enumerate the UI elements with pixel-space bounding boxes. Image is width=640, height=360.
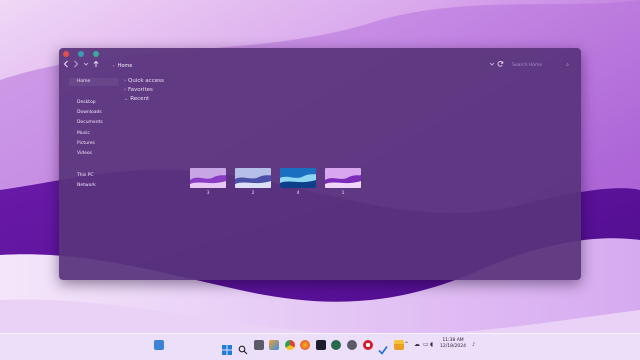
group-quick-access[interactable]: › Quick access [124,77,164,85]
file-name: 4 [296,191,300,196]
forward-button[interactable] [71,60,81,72]
file-thumbnail [235,168,271,188]
up-button[interactable] [91,60,101,72]
toolbar: › Home Search Home ⌕ [59,59,581,73]
file-explorer-window: › Home Search Home ⌕ Home Desktop Downloa… [59,48,581,280]
recent-locations-button[interactable] [81,60,91,72]
group-label: Recent [130,96,150,102]
address-bar[interactable]: › Home [113,60,132,72]
sidebar-item-label: Home [77,79,91,84]
group-label: Quick access [128,78,164,84]
file-thumbnail [325,168,361,188]
sidebar-item-pictures[interactable]: Pictures [69,140,119,148]
bell-icon[interactable]: ♪ [472,341,475,349]
refresh-icon [497,61,503,67]
group-favorites[interactable]: › Favorites [124,86,153,94]
firefox-icon[interactable] [300,340,310,350]
file-item[interactable]: 2 [235,168,271,198]
search-placeholder: Search Home [512,63,543,68]
chevron-up-icon[interactable]: ⌃ [404,341,409,349]
chevron-right-icon: › [124,78,126,84]
store-icon[interactable] [269,340,279,350]
monitor-icon[interactable]: ▭ [423,341,429,349]
search-input[interactable]: Search Home ⌕ [507,60,573,71]
sidebar-item-label: Videos [77,151,92,156]
search-icon[interactable] [238,340,248,355]
sidebar-item-downloads[interactable]: Downloads [69,109,119,117]
file-name: 3 [206,191,210,196]
sidebar-item-home[interactable]: Home [69,78,119,86]
maximize-button[interactable] [93,51,99,57]
sidebar-item-this-pc[interactable]: This PC [69,172,119,180]
chrome-icon[interactable] [285,340,295,350]
sidebar-item-label: Downloads [77,110,102,115]
sidebar-item-music[interactable]: Music [69,130,119,138]
group-recent[interactable]: ⌄ Recent [124,95,149,103]
close-button[interactable] [63,51,69,57]
chevron-right-icon [74,60,79,68]
address-location: Home [117,63,133,69]
search-icon: ⌕ [566,62,569,68]
clock-app-icon[interactable] [331,340,341,350]
sidebar-item-label: Music [77,131,90,136]
chevron-right-icon: › [124,87,126,93]
content-pane: ›Quick access ›Favorites ⌄Recent 3 2 [121,75,581,280]
file-thumbnail [190,168,226,188]
refresh-button[interactable] [495,60,505,72]
chevron-left-icon [63,60,68,68]
minimize-button[interactable] [78,51,84,57]
title-bar[interactable] [59,48,581,59]
settings-icon[interactable] [347,340,357,350]
navigation-pane: Home Desktop Downloads Documents Music P… [59,75,119,280]
task-view-icon[interactable] [254,340,264,350]
sidebar-item-label: Pictures [77,141,95,146]
file-name: 1 [341,191,345,196]
file-thumbnail [280,168,316,188]
file-item[interactable]: 3 [190,168,226,198]
opera-icon[interactable] [363,340,373,350]
sidebar-item-label: This PC [77,173,94,178]
group-label: Favorites [128,87,153,93]
sidebar-item-documents[interactable]: Documents [69,119,119,127]
sidebar-item-desktop[interactable]: Desktop [69,99,119,107]
cloud-icon[interactable]: ☁ [414,341,420,349]
file-name: 2 [251,191,255,196]
file-item[interactable]: 4 [280,168,316,198]
clock-date: 12/18/2024 [440,344,466,349]
file-item[interactable]: 1 [325,168,361,198]
chevron-right-icon: › [113,63,115,68]
sidebar-item-label: Documents [77,120,103,125]
sidebar-item-label: Desktop [77,100,96,105]
clock[interactable]: 11:38 AM 12/18/2024 [437,338,469,350]
terminal-icon[interactable] [316,340,326,350]
sidebar-item-label: Network [77,183,96,188]
taskbar: ⌃ ☁ ▭ ◖ ◍ ▮ 11:38 AM 12/18/2024 ♪ [0,333,640,360]
widgets-icon[interactable] [154,340,164,350]
sidebar-item-network[interactable]: Network [69,182,119,190]
chevron-down-icon: ⌄ [124,96,129,102]
file-explorer-icon[interactable] [394,340,404,350]
arrow-up-icon [93,60,99,67]
sidebar-item-videos[interactable]: Videos [69,150,119,158]
start-icon[interactable] [222,340,232,355]
back-button[interactable] [61,60,71,72]
check-icon[interactable] [378,340,388,355]
volume-icon[interactable]: ◖ [430,341,433,349]
chevron-down-icon [83,62,89,66]
